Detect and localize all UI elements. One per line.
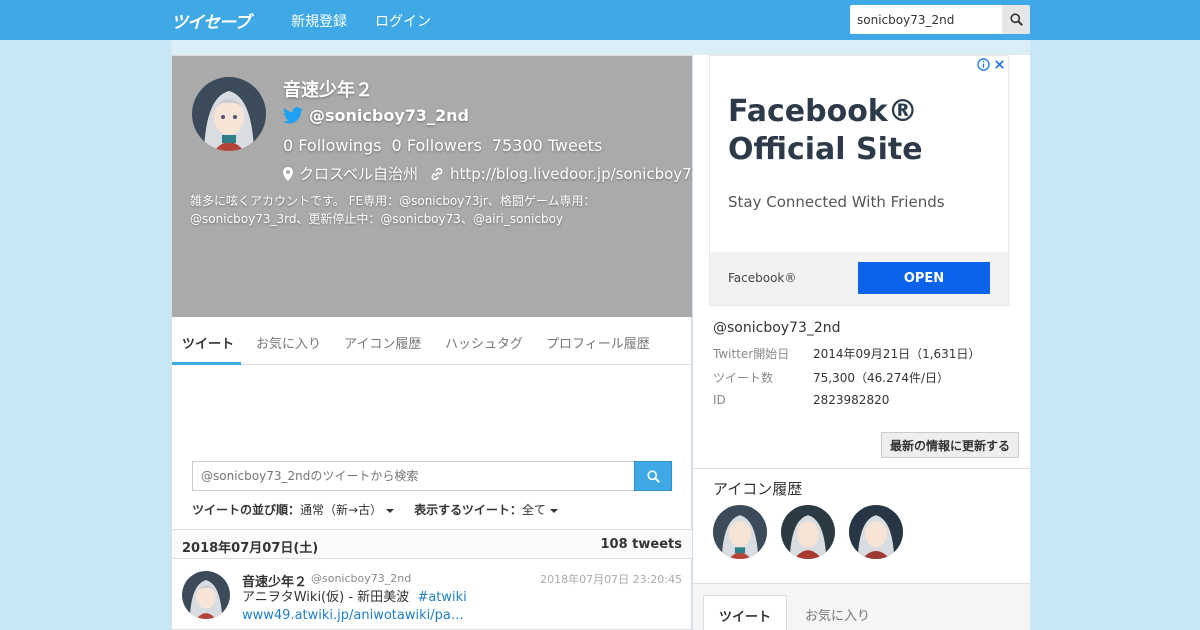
search-icon	[1009, 13, 1023, 26]
tweets-stat[interactable]: 75300 Tweets	[492, 136, 603, 155]
tweet-author-handle[interactable]: @sonicboy73_2nd	[311, 572, 411, 585]
header-search-input[interactable]	[850, 5, 1002, 34]
tab-favorites[interactable]: お気に入り	[256, 333, 321, 352]
account-handle: @sonicboy73_2nd	[713, 320, 841, 336]
nav-signup-link[interactable]: 新規登録	[291, 11, 347, 31]
followings-stat[interactable]: 0 Followings	[283, 136, 382, 155]
avatar-image-icon	[182, 571, 230, 619]
map-marker-icon	[283, 166, 293, 181]
refresh-info-button[interactable]: 最新の情報に更新する	[881, 432, 1019, 458]
advertisement[interactable]: Facebook® Official Site Stay Connected Wi…	[709, 55, 1009, 306]
avatar-image-icon	[849, 505, 903, 559]
ad-subtitle: Stay Connected With Friends	[728, 193, 945, 211]
icon-history-list	[713, 505, 903, 559]
profile-bio: 雑多に呟くアカウントです。 FE専用：@sonicboy73jr、格闘ゲーム専用…	[190, 194, 596, 226]
sidebar-tab-tweets[interactable]: ツイート	[703, 595, 787, 630]
ad-open-button[interactable]: OPEN	[858, 262, 990, 294]
followers-stat[interactable]: 0 Followers	[392, 136, 482, 155]
date-group-count: 108 tweets	[600, 537, 682, 552]
profile-location-row: クロスベル自治州 http://blog.livedoor.jp/sonicbo…	[283, 163, 701, 184]
sub-bar	[171, 40, 1030, 55]
icon-history-item[interactable]	[849, 505, 903, 559]
avatar-image-icon	[781, 505, 835, 559]
caret-down-icon	[386, 508, 395, 513]
tweet-search-button[interactable]	[634, 461, 672, 491]
search-icon	[646, 469, 660, 483]
top-navbar: ツイセーブ 新規登録 ログイン	[0, 0, 1200, 40]
link-icon	[431, 167, 443, 180]
icon-history-title: アイコン履歴	[713, 480, 803, 498]
ad-close-icon[interactable]	[993, 58, 1006, 71]
tweet-timestamp[interactable]: 2018年07月07日 23:20:45	[540, 571, 682, 587]
tab-profile-history[interactable]: プロフィール履歴	[546, 333, 650, 352]
ad-info-icon[interactable]	[977, 58, 990, 71]
profile-handle-row: @sonicboy73_2nd	[283, 106, 469, 125]
avatar-image-icon	[192, 77, 266, 151]
profile-column: 音速少年２ @sonicboy73_2nd 0 Followings 0 Fol…	[171, 55, 701, 630]
tab-hashtags[interactable]: ハッシュタグ	[445, 333, 523, 352]
ad-footer: Facebook® OPEN	[710, 252, 1008, 305]
icon-history-item[interactable]	[781, 505, 835, 559]
sort-order-dropdown[interactable]: ツイートの並び順：通常（新→古）	[192, 501, 395, 518]
profile-stats: 0 Followings 0 Followers 75300 Tweets	[283, 136, 602, 155]
sidebar: Facebook® Official Site Stay Connected Wi…	[693, 55, 1030, 630]
profile-handle: @sonicboy73_2nd	[309, 106, 469, 125]
tweet-search-input[interactable]	[192, 461, 635, 491]
tab-icon-history[interactable]: アイコン履歴	[344, 333, 421, 352]
twitter-bird-icon	[283, 107, 303, 124]
date-group-date: 2018年07月07日(土)	[182, 541, 319, 556]
date-group-header: 2018年07月07日(土) 108 tweets	[172, 529, 692, 559]
caret-down-icon	[549, 508, 558, 513]
divider	[693, 468, 1030, 469]
site-logo[interactable]: ツイセーブ	[171, 8, 251, 33]
avatar-image-icon	[713, 505, 767, 559]
tab-tweets[interactable]: ツイート	[182, 333, 234, 352]
header-search	[850, 5, 1030, 34]
profile-avatar	[192, 77, 266, 151]
profile-tabs: ツイート お気に入り アイコン履歴 ハッシュタグ プロフィール履歴	[172, 317, 692, 365]
ad-creative: Facebook® Official Site Stay Connected Wi…	[710, 56, 1008, 252]
sidebar-tab-favorites[interactable]: お気に入り	[805, 595, 870, 630]
tweet-avatar[interactable]	[182, 571, 230, 619]
ad-title: Facebook® Official Site	[728, 94, 923, 167]
profile-location: クロスベル自治州	[299, 165, 418, 183]
header-search-button[interactable]	[1002, 5, 1030, 34]
tweet-text: アニヲタWiki(仮) - 新田美波 #atwiki www49.atwiki.…	[242, 590, 467, 623]
tweet-search	[192, 461, 672, 491]
icon-history-item[interactable]	[713, 505, 767, 559]
tweet-author-name[interactable]: 音速少年２	[242, 571, 307, 590]
ad-controls	[977, 58, 1006, 71]
tweet-url-link[interactable]: www49.atwiki.jp/aniwotawiki/pa…	[242, 608, 464, 623]
ad-brand: Facebook®	[728, 271, 797, 285]
show-tweets-dropdown[interactable]: 表示するツイート：全て	[414, 501, 558, 518]
nav-login-link[interactable]: ログイン	[375, 11, 431, 31]
active-tab-indicator	[172, 362, 241, 365]
profile-url-link[interactable]: http://blog.livedoor.jp/sonicboy73	[450, 165, 701, 183]
profile-header: 音速少年２ @sonicboy73_2nd 0 Followings 0 Fol…	[172, 56, 701, 317]
tweet-filters: ツイートの並び順：通常（新→古） 表示するツイート：全て	[192, 501, 558, 518]
tweet-hashtag-link[interactable]: #atwiki	[417, 590, 466, 605]
profile-name: 音速少年２	[283, 80, 373, 101]
tweet-item: 音速少年２ @sonicboy73_2nd 2018年07月07日 23:20:…	[172, 559, 692, 630]
